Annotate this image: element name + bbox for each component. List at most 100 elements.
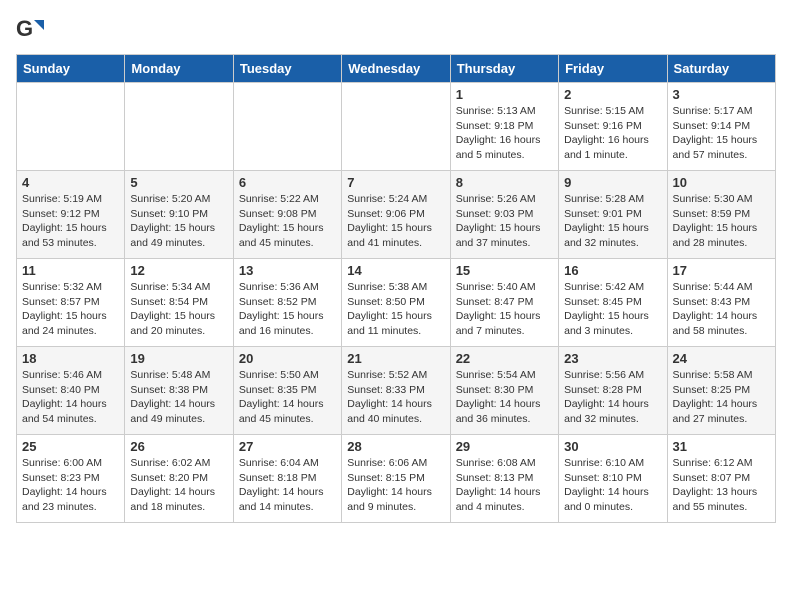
day-info: Sunrise: 5:52 AM Sunset: 8:33 PM Dayligh… <box>347 368 444 427</box>
calendar-cell: 23 Sunrise: 5:56 AM Sunset: 8:28 PM Dayli… <box>559 347 667 435</box>
weekday-header-sunday: Sunday <box>17 55 125 83</box>
day-number: 9 <box>564 175 661 190</box>
day-number: 16 <box>564 263 661 278</box>
calendar-cell: 30Sunrise: 6:10 AM Sunset: 8:10 PM Dayli… <box>559 435 667 523</box>
logo: G <box>16 16 48 44</box>
day-info: Sunrise: 5:20 AM Sunset: 9:10 PM Dayligh… <box>130 192 227 251</box>
day-number: 4 <box>22 175 119 190</box>
svg-text:G: G <box>16 16 33 41</box>
logo-icon: G <box>16 16 44 44</box>
day-number: 3 <box>673 87 770 102</box>
calendar-cell: 17 Sunrise: 5:44 AM Sunset: 8:43 PM Dayli… <box>667 259 775 347</box>
day-info: Sunrise: 5:26 AM Sunset: 9:03 PM Dayligh… <box>456 192 553 251</box>
day-number: 2 <box>564 87 661 102</box>
day-number: 5 <box>130 175 227 190</box>
weekday-header-thursday: Thursday <box>450 55 558 83</box>
day-info: Sunrise: 5:48 AM Sunset: 8:38 PM Dayligh… <box>130 368 227 427</box>
day-number: 7 <box>347 175 444 190</box>
day-number: 26 <box>130 439 227 454</box>
calendar-cell: 11 Sunrise: 5:32 AM Sunset: 8:57 PM Dayli… <box>17 259 125 347</box>
day-info: Sunrise: 5:54 AM Sunset: 8:30 PM Dayligh… <box>456 368 553 427</box>
calendar-cell <box>17 83 125 171</box>
day-info: Sunrise: 5:32 AM Sunset: 8:57 PM Dayligh… <box>22 280 119 339</box>
day-info: Sunrise: 5:36 AM Sunset: 8:52 PM Dayligh… <box>239 280 336 339</box>
calendar-cell: 12 Sunrise: 5:34 AM Sunset: 8:54 PM Dayli… <box>125 259 233 347</box>
calendar-cell: 10Sunrise: 5:30 AM Sunset: 8:59 PM Dayli… <box>667 171 775 259</box>
calendar-cell: 7 Sunrise: 5:24 AM Sunset: 9:06 PM Daylig… <box>342 171 450 259</box>
day-info: Sunrise: 5:17 AM Sunset: 9:14 PM Dayligh… <box>673 104 770 163</box>
day-info: Sunrise: 5:22 AM Sunset: 9:08 PM Dayligh… <box>239 192 336 251</box>
day-number: 19 <box>130 351 227 366</box>
calendar-cell: 14 Sunrise: 5:38 AM Sunset: 8:50 PM Dayli… <box>342 259 450 347</box>
day-info: Sunrise: 5:24 AM Sunset: 9:06 PM Dayligh… <box>347 192 444 251</box>
calendar-cell: 29Sunrise: 6:08 AM Sunset: 8:13 PM Dayli… <box>450 435 558 523</box>
calendar-cell: 1 Sunrise: 5:13 AM Sunset: 9:18 PM Daylig… <box>450 83 558 171</box>
day-number: 21 <box>347 351 444 366</box>
calendar-cell <box>233 83 341 171</box>
day-info: Sunrise: 5:19 AM Sunset: 9:12 PM Dayligh… <box>22 192 119 251</box>
day-number: 20 <box>239 351 336 366</box>
day-number: 31 <box>673 439 770 454</box>
weekday-header-tuesday: Tuesday <box>233 55 341 83</box>
weekday-header-monday: Monday <box>125 55 233 83</box>
header: G <box>16 16 776 44</box>
day-info: Sunrise: 5:58 AM Sunset: 8:25 PM Dayligh… <box>673 368 770 427</box>
day-number: 22 <box>456 351 553 366</box>
day-info: Sunrise: 5:50 AM Sunset: 8:35 PM Dayligh… <box>239 368 336 427</box>
day-info: Sunrise: 5:38 AM Sunset: 8:50 PM Dayligh… <box>347 280 444 339</box>
day-number: 14 <box>347 263 444 278</box>
week-row-5: 25 Sunrise: 6:00 AM Sunset: 8:23 PM Dayli… <box>17 435 776 523</box>
calendar-cell: 2 Sunrise: 5:15 AM Sunset: 9:16 PM Daylig… <box>559 83 667 171</box>
calendar-cell: 27Sunrise: 6:04 AM Sunset: 8:18 PM Dayli… <box>233 435 341 523</box>
calendar-cell: 4 Sunrise: 5:19 AM Sunset: 9:12 PM Daylig… <box>17 171 125 259</box>
calendar-cell <box>125 83 233 171</box>
day-number: 1 <box>456 87 553 102</box>
day-info: Sunrise: 5:15 AM Sunset: 9:16 PM Dayligh… <box>564 104 661 163</box>
calendar-table: SundayMondayTuesdayWednesdayThursdayFrid… <box>16 54 776 523</box>
calendar-cell: 9 Sunrise: 5:28 AM Sunset: 9:01 PM Daylig… <box>559 171 667 259</box>
calendar-cell: 24Sunrise: 5:58 AM Sunset: 8:25 PM Dayli… <box>667 347 775 435</box>
calendar-header: SundayMondayTuesdayWednesdayThursdayFrid… <box>17 55 776 83</box>
day-info: Sunrise: 6:04 AM Sunset: 8:18 PM Dayligh… <box>239 456 336 515</box>
day-number: 12 <box>130 263 227 278</box>
calendar-cell: 8 Sunrise: 5:26 AM Sunset: 9:03 PM Daylig… <box>450 171 558 259</box>
day-number: 17 <box>673 263 770 278</box>
day-info: Sunrise: 6:08 AM Sunset: 8:13 PM Dayligh… <box>456 456 553 515</box>
day-info: Sunrise: 6:10 AM Sunset: 8:10 PM Dayligh… <box>564 456 661 515</box>
day-number: 18 <box>22 351 119 366</box>
weekday-header-wednesday: Wednesday <box>342 55 450 83</box>
calendar-cell: 26Sunrise: 6:02 AM Sunset: 8:20 PM Dayli… <box>125 435 233 523</box>
day-info: Sunrise: 5:42 AM Sunset: 8:45 PM Dayligh… <box>564 280 661 339</box>
calendar-cell: 31 Sunrise: 6:12 AM Sunset: 8:07 PM Dayli… <box>667 435 775 523</box>
calendar-cell <box>342 83 450 171</box>
day-info: Sunrise: 5:34 AM Sunset: 8:54 PM Dayligh… <box>130 280 227 339</box>
day-info: Sunrise: 5:40 AM Sunset: 8:47 PM Dayligh… <box>456 280 553 339</box>
calendar-cell: 3 Sunrise: 5:17 AM Sunset: 9:14 PM Daylig… <box>667 83 775 171</box>
calendar-cell: 13 Sunrise: 5:36 AM Sunset: 8:52 PM Dayli… <box>233 259 341 347</box>
day-info: Sunrise: 5:46 AM Sunset: 8:40 PM Dayligh… <box>22 368 119 427</box>
day-number: 23 <box>564 351 661 366</box>
day-number: 13 <box>239 263 336 278</box>
day-info: Sunrise: 5:28 AM Sunset: 9:01 PM Dayligh… <box>564 192 661 251</box>
day-info: Sunrise: 6:00 AM Sunset: 8:23 PM Dayligh… <box>22 456 119 515</box>
calendar-cell: 20 Sunrise: 5:50 AM Sunset: 8:35 PM Dayli… <box>233 347 341 435</box>
week-row-4: 18 Sunrise: 5:46 AM Sunset: 8:40 PM Dayli… <box>17 347 776 435</box>
day-number: 28 <box>347 439 444 454</box>
calendar-cell: 5 Sunrise: 5:20 AM Sunset: 9:10 PM Daylig… <box>125 171 233 259</box>
day-info: Sunrise: 6:06 AM Sunset: 8:15 PM Dayligh… <box>347 456 444 515</box>
week-row-3: 11 Sunrise: 5:32 AM Sunset: 8:57 PM Dayli… <box>17 259 776 347</box>
day-number: 11 <box>22 263 119 278</box>
day-number: 15 <box>456 263 553 278</box>
day-number: 10 <box>673 175 770 190</box>
day-info: Sunrise: 5:13 AM Sunset: 9:18 PM Dayligh… <box>456 104 553 163</box>
day-info: Sunrise: 5:44 AM Sunset: 8:43 PM Dayligh… <box>673 280 770 339</box>
day-info: Sunrise: 6:12 AM Sunset: 8:07 PM Dayligh… <box>673 456 770 515</box>
day-number: 25 <box>22 439 119 454</box>
day-info: Sunrise: 5:56 AM Sunset: 8:28 PM Dayligh… <box>564 368 661 427</box>
calendar-cell: 28 Sunrise: 6:06 AM Sunset: 8:15 PM Dayli… <box>342 435 450 523</box>
calendar-cell: 19 Sunrise: 5:48 AM Sunset: 8:38 PM Dayli… <box>125 347 233 435</box>
day-number: 8 <box>456 175 553 190</box>
calendar-cell: 21 Sunrise: 5:52 AM Sunset: 8:33 PM Dayli… <box>342 347 450 435</box>
weekday-header-friday: Friday <box>559 55 667 83</box>
calendar-cell: 15 Sunrise: 5:40 AM Sunset: 8:47 PM Dayli… <box>450 259 558 347</box>
